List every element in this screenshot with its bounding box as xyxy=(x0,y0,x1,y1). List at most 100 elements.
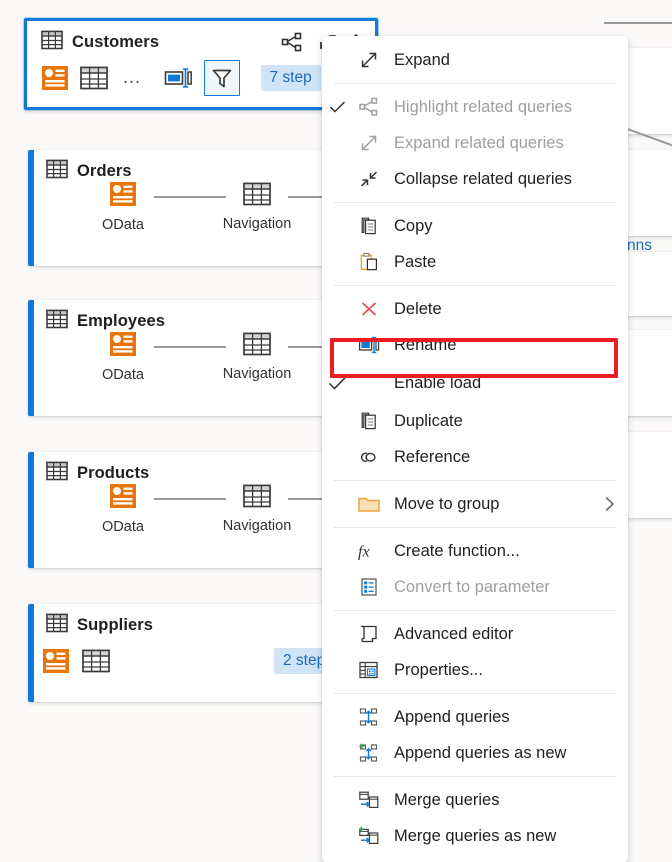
paste-icon xyxy=(352,252,386,272)
menu-item-enable-load[interactable]: Enable load xyxy=(322,363,628,403)
menu-item-highlight-related-queries[interactable]: Highlight related queries xyxy=(322,89,628,125)
query-context-menu[interactable]: Expand Highlight related queries Expand … xyxy=(322,36,628,862)
menu-item-label: Convert to parameter xyxy=(394,577,550,596)
menu-item-label: Reference xyxy=(394,447,471,466)
table-icon[interactable] xyxy=(80,66,108,90)
step-node[interactable]: Navigation xyxy=(223,182,291,232)
merge-new-icon xyxy=(352,826,386,846)
step-node[interactable]: Navigation xyxy=(223,484,291,534)
step-label: OData xyxy=(102,217,144,233)
table-icon[interactable] xyxy=(82,649,110,673)
table-icon xyxy=(46,613,68,638)
delete-x-icon xyxy=(352,299,386,319)
menu-item-label: Copy xyxy=(394,216,433,235)
menu-item-label: Expand related queries xyxy=(394,133,564,152)
menu-item-label: Collapse related queries xyxy=(394,169,572,188)
step-node[interactable]: OData xyxy=(92,181,154,233)
menu-item-label: Move to group xyxy=(394,494,500,513)
menu-item-label: Duplicate xyxy=(394,411,463,430)
step-label: OData xyxy=(102,519,144,535)
odata-source-icon xyxy=(109,483,137,514)
menu-item-move-to-group[interactable]: Move to group xyxy=(322,486,628,522)
query-card-suppliers[interactable]: Suppliers 2 step xyxy=(28,604,370,702)
menu-item-append-queries-as-new[interactable]: Append queries as new xyxy=(322,735,628,771)
menu-item-label: Enable load xyxy=(394,373,482,392)
query-card-orders[interactable]: Orders OData Navigation xyxy=(28,150,370,266)
folder-icon xyxy=(352,494,386,514)
menu-item-rename[interactable]: Rename xyxy=(322,327,628,363)
menu-item-label: Properties... xyxy=(394,660,483,679)
card-accent-bar xyxy=(28,452,34,568)
menu-item-merge-queries-as-new[interactable]: Merge queries as new xyxy=(322,818,628,854)
query-card-header: Employees xyxy=(28,300,370,330)
menu-item-label: Append queries as new xyxy=(394,743,567,762)
menu-separator xyxy=(334,202,616,203)
query-card-title: Customers xyxy=(72,32,160,51)
step-node[interactable]: Navigation xyxy=(223,332,291,382)
step-connector xyxy=(154,196,226,198)
odata-source-icon[interactable] xyxy=(41,65,69,91)
menu-item-duplicate[interactable]: Duplicate xyxy=(322,403,628,439)
reference-link-icon xyxy=(352,447,386,467)
share-nodes-icon xyxy=(352,97,386,117)
menu-item-expand-related-queries[interactable]: Expand related queries xyxy=(322,125,628,161)
expand-diagonal-icon xyxy=(352,133,386,153)
menu-separator xyxy=(334,693,616,694)
menu-item-paste[interactable]: Paste xyxy=(322,244,628,280)
menu-item-label: Merge queries xyxy=(394,790,500,809)
append-icon xyxy=(352,707,386,727)
query-card-title: Orders xyxy=(77,161,132,180)
query-card-title: Employees xyxy=(77,311,166,330)
advanced-editor-icon xyxy=(352,624,386,644)
step-connector xyxy=(154,498,226,500)
svg-text:fx: fx xyxy=(358,544,370,561)
collapse-diagonal-icon xyxy=(352,169,386,189)
more-steps-ellipsis[interactable]: … xyxy=(119,68,146,87)
menu-item-label: Expand xyxy=(394,50,450,69)
menu-item-expand[interactable]: Expand xyxy=(322,42,628,78)
menu-item-properties[interactable]: Properties... xyxy=(322,652,628,688)
menu-item-merge-queries[interactable]: Merge queries xyxy=(322,782,628,818)
step-node[interactable]: OData xyxy=(92,483,154,535)
diagram-connector xyxy=(604,22,672,24)
append-new-icon xyxy=(352,743,386,763)
copy-icon xyxy=(352,216,386,236)
menu-item-delete[interactable]: Delete xyxy=(322,291,628,327)
menu-item-label: Paste xyxy=(394,252,437,271)
share-nodes-icon[interactable] xyxy=(281,32,303,52)
menu-item-convert-to-parameter[interactable]: Convert to parameter xyxy=(322,569,628,605)
menu-item-collapse-related-queries[interactable]: Collapse related queries xyxy=(322,161,628,197)
step-label: Navigation xyxy=(222,518,292,534)
menu-item-advanced-editor[interactable]: Advanced editor xyxy=(322,616,628,652)
card-accent-bar xyxy=(28,150,34,266)
step-node[interactable]: OData xyxy=(92,331,154,383)
menu-separator xyxy=(334,285,616,286)
table-icon xyxy=(46,309,68,334)
step-label: Navigation xyxy=(222,216,292,232)
menu-item-append-queries[interactable]: Append queries xyxy=(322,699,628,735)
odata-source-icon[interactable] xyxy=(42,648,70,674)
query-card-steps: OData Navigation xyxy=(28,482,370,535)
query-card-title: Products xyxy=(77,463,150,482)
properties-icon xyxy=(352,660,386,680)
filter-icon[interactable] xyxy=(203,60,240,96)
query-card-toolbar: 2 step xyxy=(28,634,370,680)
menu-item-reference[interactable]: Reference xyxy=(322,439,628,475)
query-card-steps: OData Navigation xyxy=(28,180,370,233)
chevron-right-icon xyxy=(602,495,616,513)
table-icon xyxy=(243,182,271,211)
menu-item-copy[interactable]: Copy xyxy=(322,208,628,244)
menu-item-label: Delete xyxy=(394,299,442,318)
menu-item-label: Rename xyxy=(394,335,457,354)
rename-icon[interactable] xyxy=(163,66,193,90)
query-card-title: Suppliers xyxy=(77,615,154,634)
copy-icon xyxy=(352,411,386,431)
menu-item-label: Create function... xyxy=(394,541,520,560)
parameter-icon xyxy=(352,577,386,597)
table-icon xyxy=(41,30,63,55)
menu-item-create-function[interactable]: fx Create function... xyxy=(322,533,628,569)
steps-count-badge[interactable]: 7 step xyxy=(260,65,321,91)
table-icon xyxy=(243,332,271,361)
query-card-products[interactable]: Products OData Navigation xyxy=(28,452,370,568)
query-card-employees[interactable]: Employees OData Navigation xyxy=(28,300,370,416)
